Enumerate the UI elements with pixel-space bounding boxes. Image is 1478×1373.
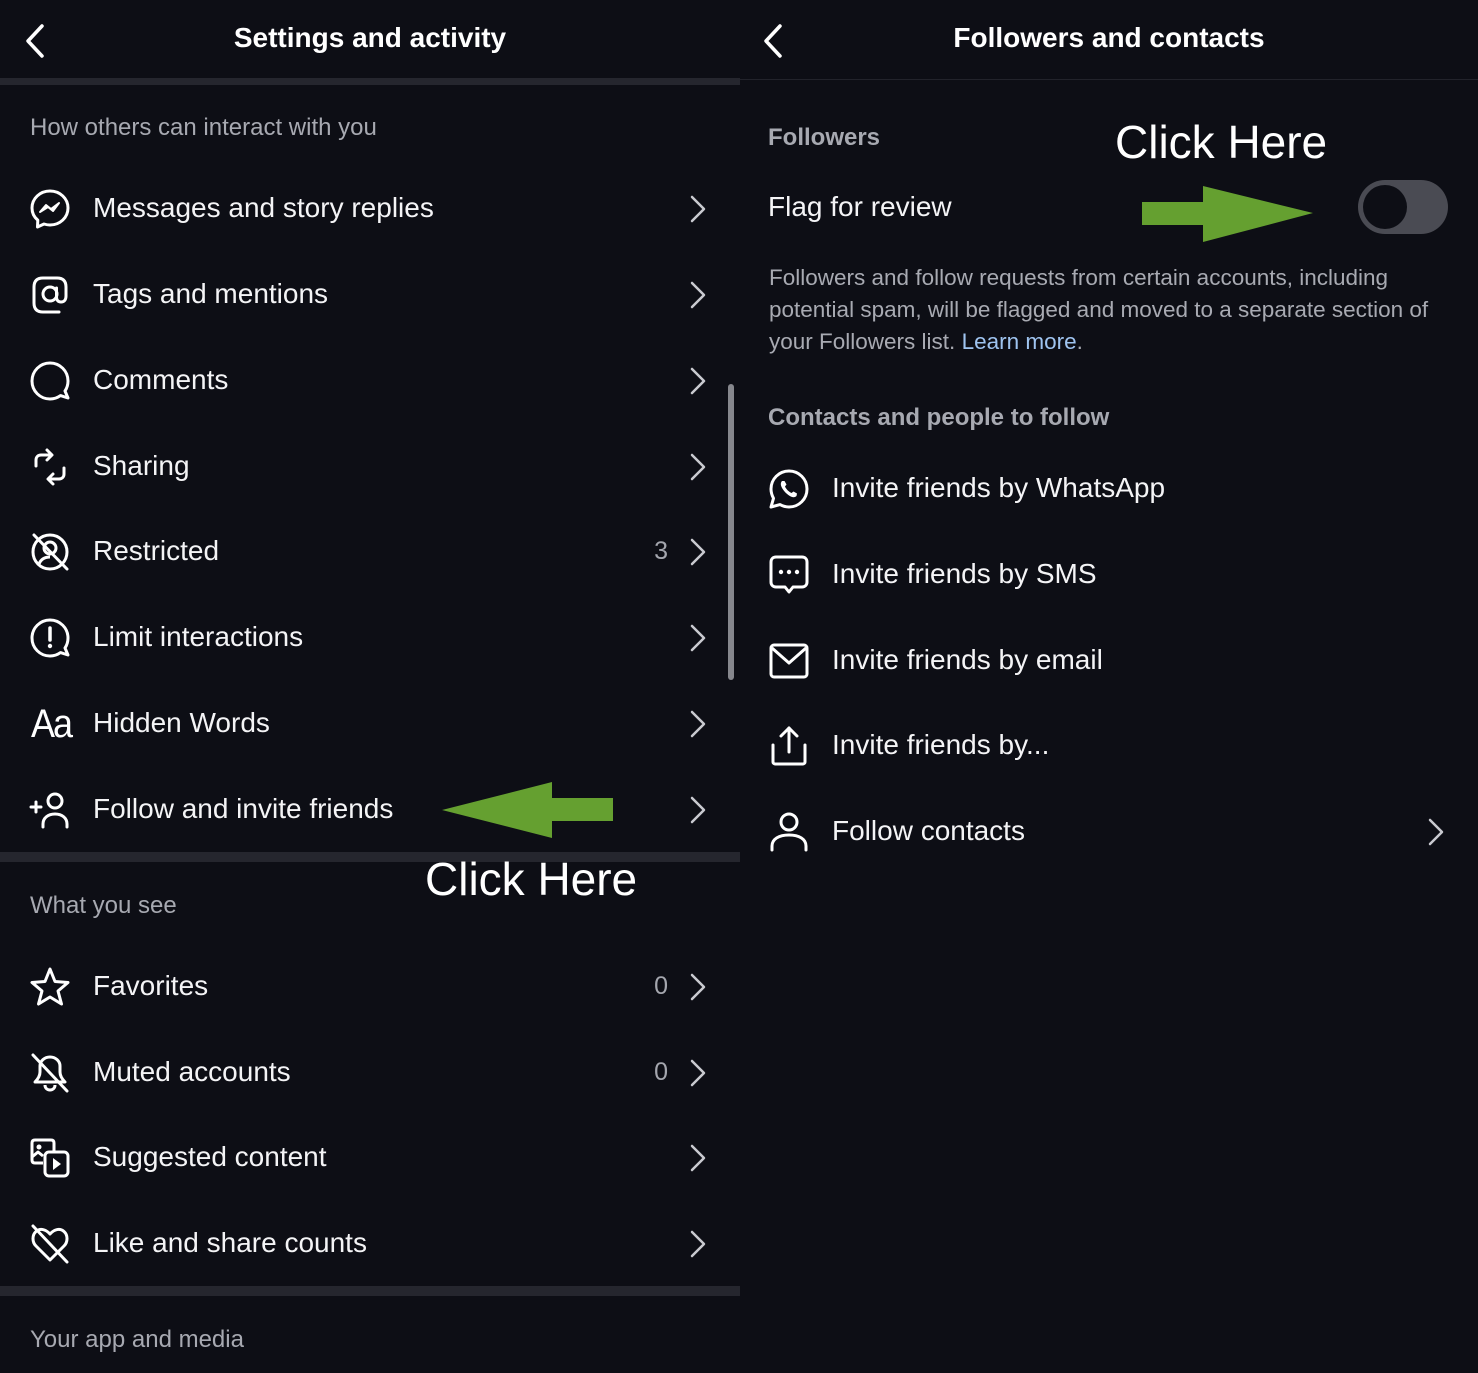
menu-item-label: Invite friends by WhatsApp [832, 472, 1166, 503]
annotation-arrow-right [1142, 186, 1313, 242]
page-title: Followers and contacts [953, 22, 1265, 53]
star-icon [30, 967, 70, 1006]
chevron-right-icon [690, 624, 706, 652]
menu-item-label: Like and share counts [93, 1227, 367, 1258]
settings-and-activity-screen: Settings and activity How others can int… [0, 0, 740, 1373]
menu-item-label: Favorites [93, 970, 209, 1001]
menu-item-messages-and-story-replies[interactable]: Messages and story replies [0, 165, 740, 251]
chevron-right-icon [690, 281, 706, 309]
menu-item-label: Follow and invite friends [93, 793, 394, 824]
flag-for-review-label: Flag for review [768, 191, 952, 222]
menu-item-label: Suggested content [93, 1141, 327, 1172]
comment-bubble-icon [30, 361, 70, 401]
menu-item-label: Messages and story replies [93, 192, 434, 223]
menu-item-favorites[interactable]: Favorites 0 [0, 943, 740, 1029]
learn-more-link[interactable]: Learn more [962, 329, 1077, 354]
flag-for-review-description: Followers and follow requests from certa… [769, 262, 1459, 358]
menu-item-restricted[interactable]: Restricted 3 [0, 508, 740, 594]
repost-icon [34, 448, 66, 486]
chevron-right-icon [690, 195, 706, 223]
chevron-right-icon [1428, 818, 1444, 846]
chevron-right-icon [690, 367, 706, 395]
menu-item-suggested-content[interactable]: Suggested content [0, 1114, 740, 1200]
top-bar: Settings and activity [0, 0, 740, 80]
chevron-right-icon [690, 1230, 706, 1258]
annotation-arrow-left [442, 782, 613, 838]
at-sign-icon [32, 276, 68, 314]
top-bar: Followers and contacts [740, 0, 1478, 80]
heart-off-icon [31, 1224, 69, 1264]
menu-item-label: Sharing [93, 450, 190, 481]
followers-and-contacts-screen: Followers and contacts Followers Flag fo… [740, 0, 1478, 1373]
invite-whatsapp-item[interactable]: Invite friends by WhatsApp [740, 445, 1478, 531]
chevron-right-icon [690, 796, 706, 824]
section-header-what-you-see: What you see [30, 892, 177, 919]
menu-item-limit-interactions[interactable]: Limit interactions [0, 594, 740, 680]
menu-item-hidden-words[interactable]: Aa Hidden Words [0, 680, 740, 766]
section-header-your-app-and-media: Your app and media [30, 1326, 244, 1353]
chevron-right-icon [690, 1059, 706, 1087]
chevron-right-icon [690, 1144, 706, 1172]
annotation-click-here: Click Here [425, 853, 638, 905]
menu-item-label: Invite friends by SMS [832, 558, 1097, 589]
menu-item-comments[interactable]: Comments [0, 337, 740, 423]
favorites-count: 0 [654, 972, 668, 1000]
alert-bubble-icon [30, 618, 70, 658]
media-play-icon [30, 1138, 70, 1178]
menu-item-label: Follow contacts [832, 815, 1025, 846]
page-title: Settings and activity [233, 22, 507, 53]
menu-item-label: Muted accounts [93, 1056, 291, 1087]
annotation-click-here: Click Here [1115, 116, 1328, 168]
share-upload-icon [771, 726, 807, 766]
description-text: Followers and follow requests from certa… [769, 265, 1429, 354]
chevron-right-icon [690, 538, 706, 566]
section-header-interactions: How others can interact with you [30, 114, 377, 141]
restricted-count: 3 [654, 537, 668, 565]
invite-email-item[interactable]: Invite friends by email [740, 617, 1478, 703]
menu-item-muted-accounts[interactable]: Muted accounts 0 [0, 1029, 740, 1115]
menu-item-label: Comments [93, 364, 229, 395]
menu-item-follow-and-invite-friends[interactable]: Follow and invite friends [0, 766, 740, 852]
section-divider [0, 1286, 740, 1296]
invite-sms-item[interactable]: Invite friends by SMS [740, 531, 1478, 617]
section-header-followers: Followers [768, 124, 881, 151]
menu-item-label: Tags and mentions [93, 278, 329, 309]
add-person-icon [29, 792, 69, 829]
menu-item-label: Restricted [93, 535, 220, 566]
toggle-knob [1363, 185, 1407, 229]
chevron-right-icon [690, 973, 706, 1001]
whatsapp-icon [769, 469, 809, 509]
flag-for-review-toggle[interactable] [1358, 180, 1448, 234]
scrollbar[interactable] [728, 384, 734, 680]
text-aa-icon: Aa [31, 700, 73, 746]
menu-item-label: Limit interactions [93, 621, 304, 652]
section-header-contacts: Contacts and people to follow [768, 404, 1110, 431]
bell-off-icon [31, 1053, 69, 1093]
divider [0, 78, 740, 85]
chevron-right-icon [690, 453, 706, 481]
chevron-right-icon [690, 710, 706, 738]
menu-item-label: Invite friends by email [832, 644, 1103, 675]
menu-item-tags-and-mentions[interactable]: Tags and mentions [0, 251, 740, 337]
restricted-icon [31, 533, 69, 571]
invite-share-item[interactable]: Invite friends by... [740, 702, 1478, 788]
person-icon [770, 812, 808, 852]
sms-bubble-icon [769, 555, 809, 594]
follow-contacts-item[interactable]: Follow contacts [740, 788, 1478, 874]
menu-item-sharing[interactable]: Sharing [0, 423, 740, 509]
menu-item-label: Invite friends by... [832, 729, 1050, 760]
menu-item-like-and-share-counts[interactable]: Like and share counts [0, 1200, 740, 1286]
messenger-icon [30, 189, 70, 229]
description-period: . [1076, 329, 1083, 354]
mail-icon [769, 643, 809, 679]
menu-item-label: Hidden Words [93, 707, 270, 738]
divider [740, 79, 1478, 80]
muted-count: 0 [654, 1058, 668, 1086]
